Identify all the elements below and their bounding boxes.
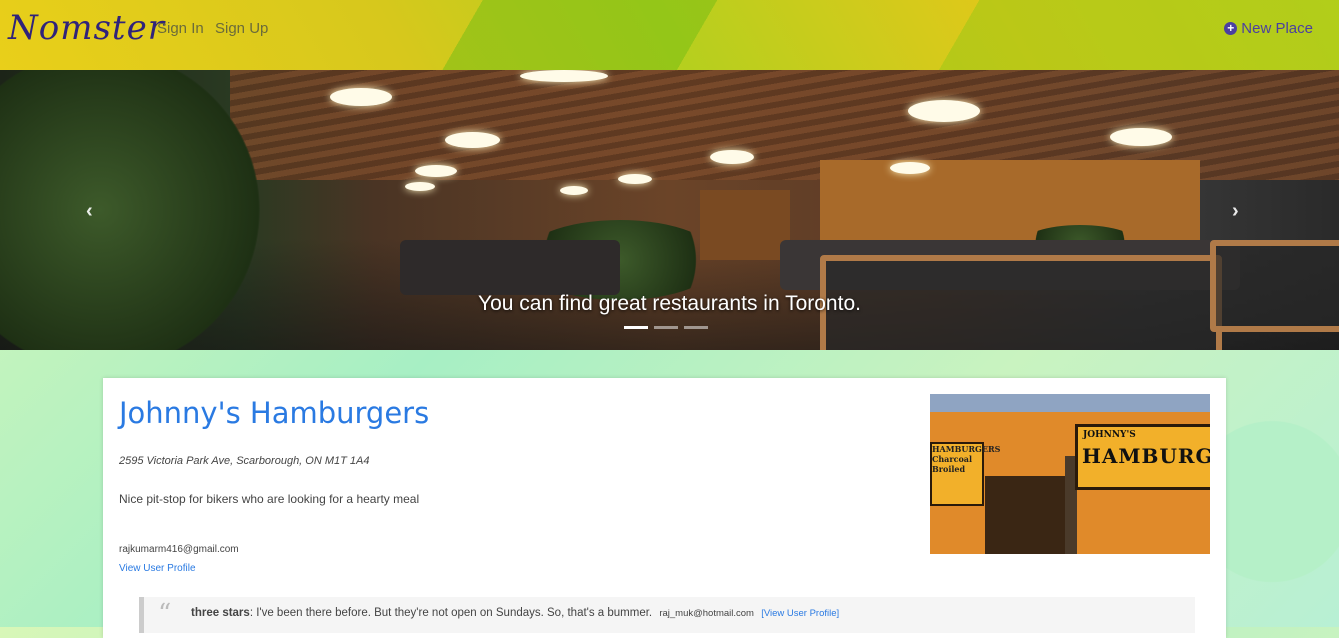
hero-carousel: ‹ › You can find great restaurants in To… bbox=[0, 70, 1339, 350]
new-place-label: New Place bbox=[1241, 20, 1313, 37]
photo-side-sign: HAMBURGERS Charcoal Broiled bbox=[930, 442, 1000, 506]
brand-logo[interactable]: Nomster bbox=[8, 8, 165, 48]
carousel-indicator[interactable] bbox=[654, 326, 678, 329]
plus-circle-icon: + bbox=[1224, 22, 1238, 35]
carousel-indicator[interactable] bbox=[624, 326, 648, 329]
chevron-left-icon[interactable]: ‹ bbox=[86, 200, 93, 223]
navbar: Nomster Sign In Sign Up + New Place bbox=[0, 0, 1339, 70]
place-photo: HAMBURGERS Charcoal Broiled JOHNNY'S HAM… bbox=[930, 394, 1210, 554]
place-card: Johnny's Hamburgers 2595 Victoria Park A… bbox=[103, 378, 1226, 638]
review-user-profile-link[interactable]: View User Profile bbox=[764, 608, 837, 619]
owner-email: rajkumarm416@gmail.com bbox=[119, 544, 239, 555]
carousel-indicators bbox=[624, 326, 708, 329]
new-place-link[interactable]: + New Place bbox=[1224, 20, 1313, 37]
photo-sign: JOHNNY'S HAMBURGERS bbox=[1075, 424, 1210, 490]
sign-up-link[interactable]: Sign Up bbox=[215, 20, 268, 37]
review-rating: three stars bbox=[191, 607, 250, 619]
review-comment: : I've been there before. But they're no… bbox=[249, 607, 653, 619]
view-user-profile-link[interactable]: View User Profile bbox=[119, 563, 196, 574]
carousel-indicator[interactable] bbox=[684, 326, 708, 329]
review-blockquote: “ three stars: I've been there before. B… bbox=[139, 597, 1195, 633]
quote-icon: “ bbox=[158, 599, 172, 629]
carousel-caption: You can find great restaurants in Toront… bbox=[478, 292, 861, 315]
place-address: 2595 Victoria Park Ave, Scarborough, ON … bbox=[119, 455, 370, 467]
place-description: Nice pit-stop for bikers who are looking… bbox=[119, 492, 420, 506]
sign-in-link[interactable]: Sign In bbox=[157, 20, 204, 37]
review-text: three stars: I've been there before. But… bbox=[191, 607, 840, 619]
chevron-right-icon[interactable]: › bbox=[1232, 200, 1239, 223]
review-email: raj_muk@hotmail.com bbox=[659, 608, 754, 619]
place-title[interactable]: Johnny's Hamburgers bbox=[119, 396, 429, 430]
